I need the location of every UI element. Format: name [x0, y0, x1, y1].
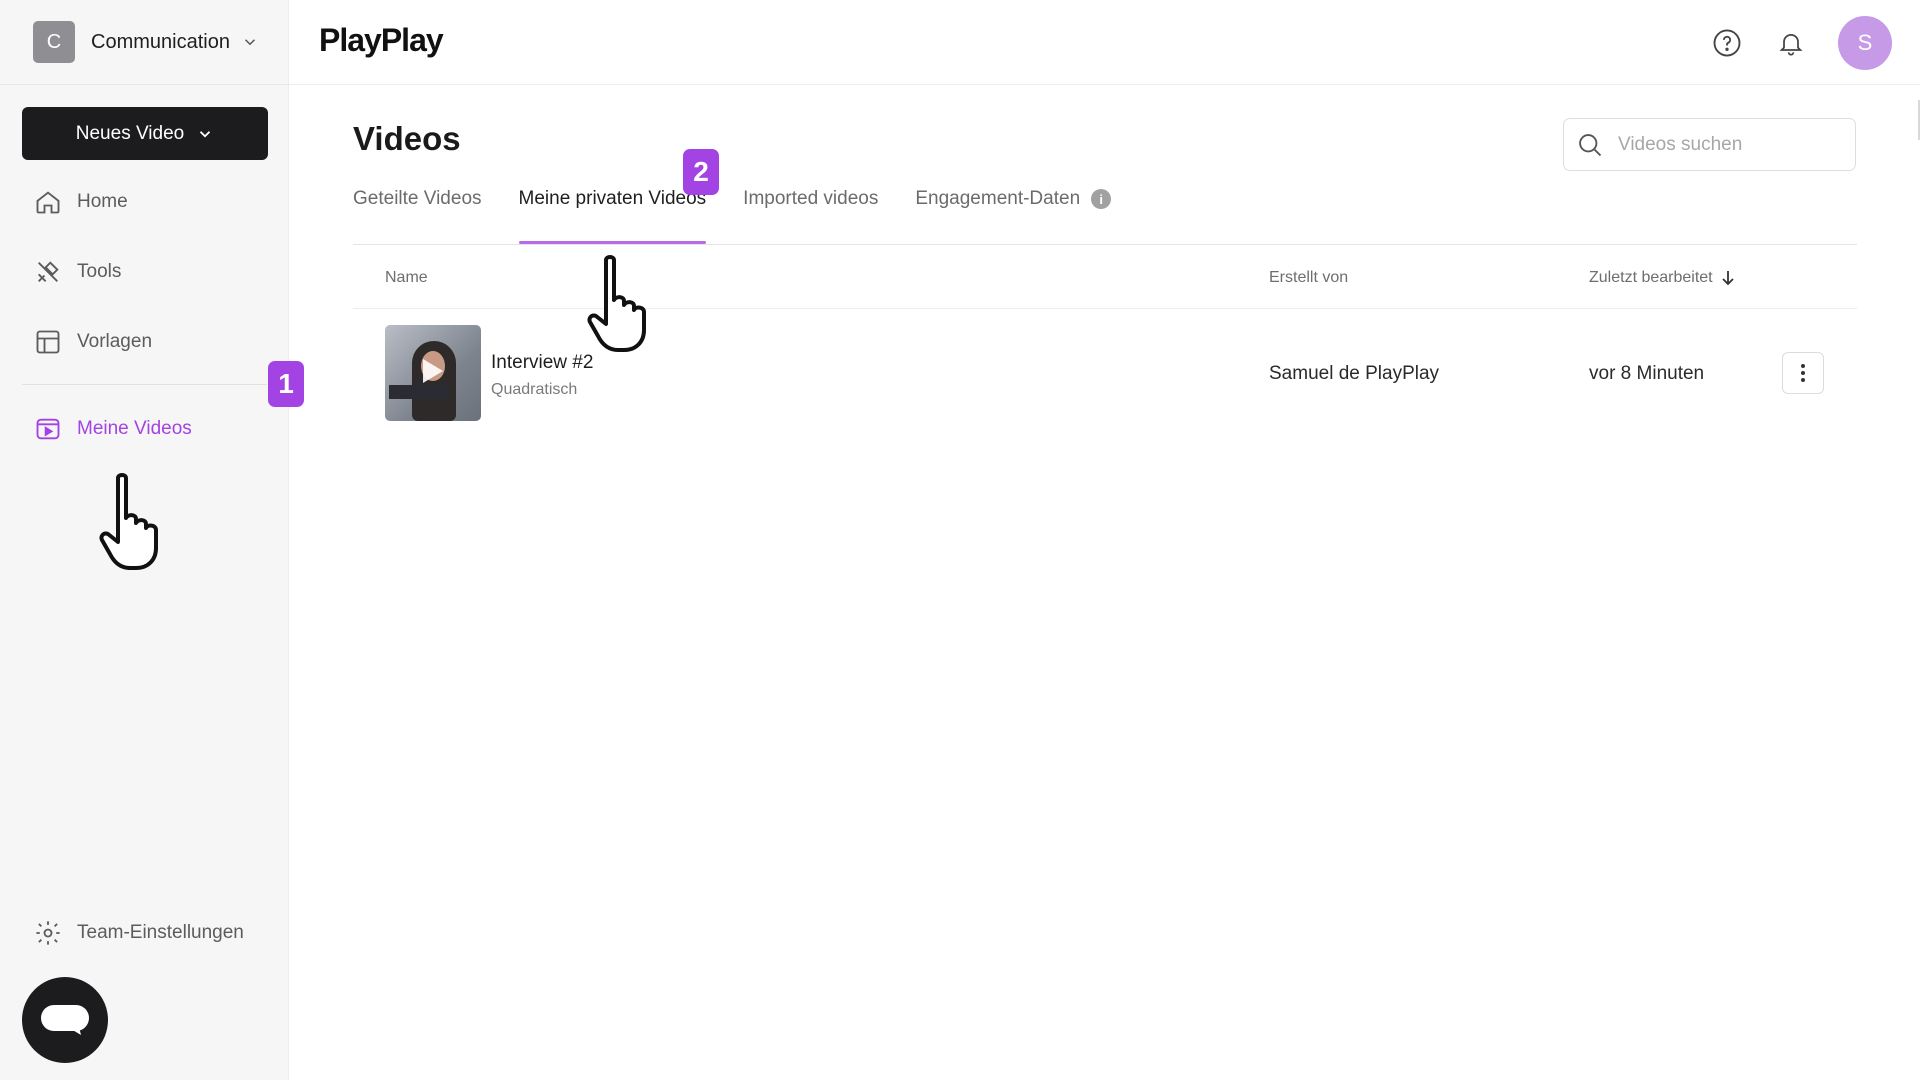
page-title: Videos	[353, 120, 461, 157]
column-header-created-by[interactable]: Erstellt von	[1269, 269, 1348, 287]
sidebar-item-templates[interactable]: Vorlagen	[34, 324, 152, 360]
tab-label: Engagement-Daten	[915, 188, 1081, 209]
tools-icon	[38, 261, 59, 282]
video-last-edited: vor 8 Minuten	[1589, 363, 1705, 384]
sidebar-divider	[22, 384, 267, 385]
sidebar-item-label: Tools	[77, 261, 122, 282]
video-creator: Samuel de PlayPlay	[1269, 363, 1440, 384]
user-avatar[interactable]: S	[1838, 16, 1892, 70]
sidebar-item-my-videos[interactable]: Meine Videos	[34, 411, 192, 447]
search-box[interactable]	[1563, 118, 1856, 171]
sort-arrow-down-icon	[1721, 271, 1734, 286]
video-tabs: Geteilte Videos Meine privaten Videos Im…	[353, 188, 1112, 245]
templates-icon	[36, 330, 60, 354]
step-badge-1: 1	[268, 361, 304, 407]
play-icon	[423, 359, 443, 383]
sidebar-item-label: Meine Videos	[77, 418, 192, 439]
column-header-last-edited[interactable]: Zuletzt bearbeitet	[1589, 269, 1735, 287]
sidebar-item-team-settings[interactable]: Team-Einstellungen	[34, 915, 244, 951]
pointer-hand-icon	[587, 255, 646, 352]
tabs-divider	[353, 244, 1857, 245]
sidebar-item-label: Team-Einstellungen	[77, 922, 244, 943]
tab-imported-videos[interactable]: Imported videos	[743, 188, 878, 245]
tab-private-videos[interactable]: Meine privaten Videos	[518, 188, 707, 245]
video-thumbnail[interactable]	[385, 325, 481, 421]
help-icon	[1713, 29, 1741, 57]
table-header-divider	[353, 308, 1857, 309]
video-title[interactable]: Interview #2	[491, 352, 593, 374]
tab-label: Meine privaten Videos	[518, 188, 707, 209]
help-button[interactable]	[1710, 26, 1744, 60]
app-logo[interactable]: PlayPlay	[319, 22, 444, 59]
more-options-button[interactable]	[1782, 352, 1824, 394]
tab-shared-videos[interactable]: Geteilte Videos	[353, 188, 482, 245]
step-badge-2: 2	[683, 149, 719, 195]
team-switcher[interactable]: C Communication	[0, 0, 289, 85]
info-icon[interactable]: i	[1091, 189, 1112, 209]
search-input[interactable]	[1618, 133, 1818, 156]
tab-label: Imported videos	[743, 188, 879, 209]
top-bar: PlayPlay S	[289, 0, 1920, 85]
tab-engagement-data[interactable]: Engagement-Daten i	[915, 188, 1112, 245]
notifications-button[interactable]	[1774, 26, 1808, 60]
top-icons: S	[1710, 16, 1892, 70]
column-header-label: Zuletzt bearbeitet	[1589, 269, 1713, 286]
sidebar-item-label: Vorlagen	[77, 331, 153, 352]
bell-icon	[1779, 33, 1803, 56]
home-icon	[36, 191, 60, 214]
search-icon	[1579, 133, 1602, 156]
sidebar-item-label: Home	[77, 191, 128, 212]
chevron-down-icon	[244, 39, 256, 46]
video-format: Quadratisch	[491, 381, 578, 398]
video-icon	[36, 418, 60, 440]
gear-icon	[36, 921, 60, 945]
team-avatar: C	[33, 21, 75, 63]
team-name: Communication	[91, 30, 230, 53]
sidebar-item-tools[interactable]: Tools	[34, 254, 121, 290]
new-video-button[interactable]: Neues Video	[22, 107, 268, 160]
more-vertical-icon	[1801, 364, 1805, 382]
pointer-hand-icon	[99, 473, 158, 570]
chat-icon	[41, 1005, 89, 1035]
column-header-name[interactable]: Name	[385, 269, 428, 287]
sidebar-item-home[interactable]: Home	[34, 184, 128, 220]
tab-label: Geteilte Videos	[353, 188, 482, 209]
new-video-label: Neues Video	[75, 122, 185, 144]
chevron-down-icon	[200, 130, 211, 138]
chat-button[interactable]	[22, 977, 108, 1063]
